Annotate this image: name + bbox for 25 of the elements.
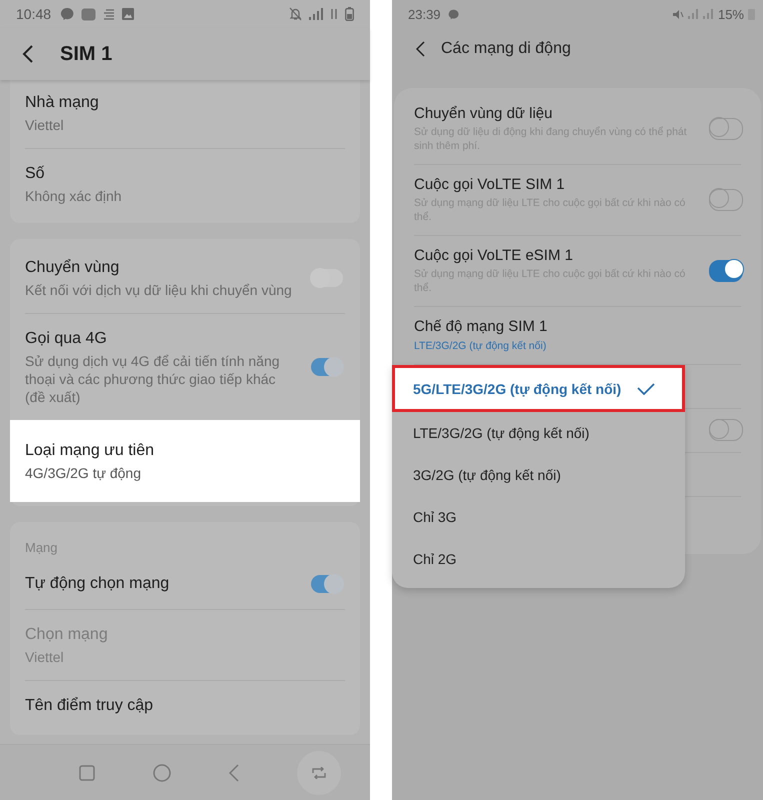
- setting-title: Chế độ mạng SIM 1: [414, 317, 548, 337]
- setting-value: LTE/3G/2G (tự động kết nối): [414, 339, 548, 353]
- setting-subtitle: Không xác định: [25, 187, 123, 205]
- setting-subtitle: Viettel: [25, 648, 65, 666]
- setting-subtitle: Sử dụng dịch vụ 4G để cải tiến tính năng thoại và các phương thức giao tiếp khác (đề xuất): [25, 352, 281, 406]
- setting-title: Tên điểm truy cập: [25, 696, 154, 716]
- battery-percent: 15%: [718, 6, 744, 22]
- setting-title: Nhà mạng: [25, 93, 100, 113]
- screen-title: Các mạng di động: [441, 40, 571, 58]
- status-time: 23:39: [408, 6, 441, 22]
- setting-title: Cuộc gọi VoLTE SIM 1: [414, 175, 566, 195]
- setting-subtitle: Kết nối với dịch vụ dữ liệu khi chuyển vùng: [25, 281, 293, 299]
- setting-subtitle: Viettel: [25, 116, 65, 134]
- setting-subtitle: 4G/3G/2G tự động: [25, 464, 142, 482]
- screen-title: SIM 1: [60, 42, 112, 66]
- setting-title: Cuộc gọi VoLTE eSIM 1: [414, 246, 574, 266]
- setting-title: Số: [25, 164, 46, 184]
- setting-title: Chuyển vùng dữ liệu: [414, 104, 554, 124]
- section-header: Mạng: [24, 539, 59, 557]
- setting-title: Gọi qua 4G: [25, 329, 108, 349]
- setting-title: Chuyển vùng: [25, 258, 120, 278]
- setting-title: Tự động chọn mạng: [25, 574, 170, 594]
- status-time: 10:48: [16, 6, 52, 22]
- setting-title: Loại mạng ưu tiên: [25, 441, 156, 461]
- setting-title: Chọn mạng: [25, 625, 109, 645]
